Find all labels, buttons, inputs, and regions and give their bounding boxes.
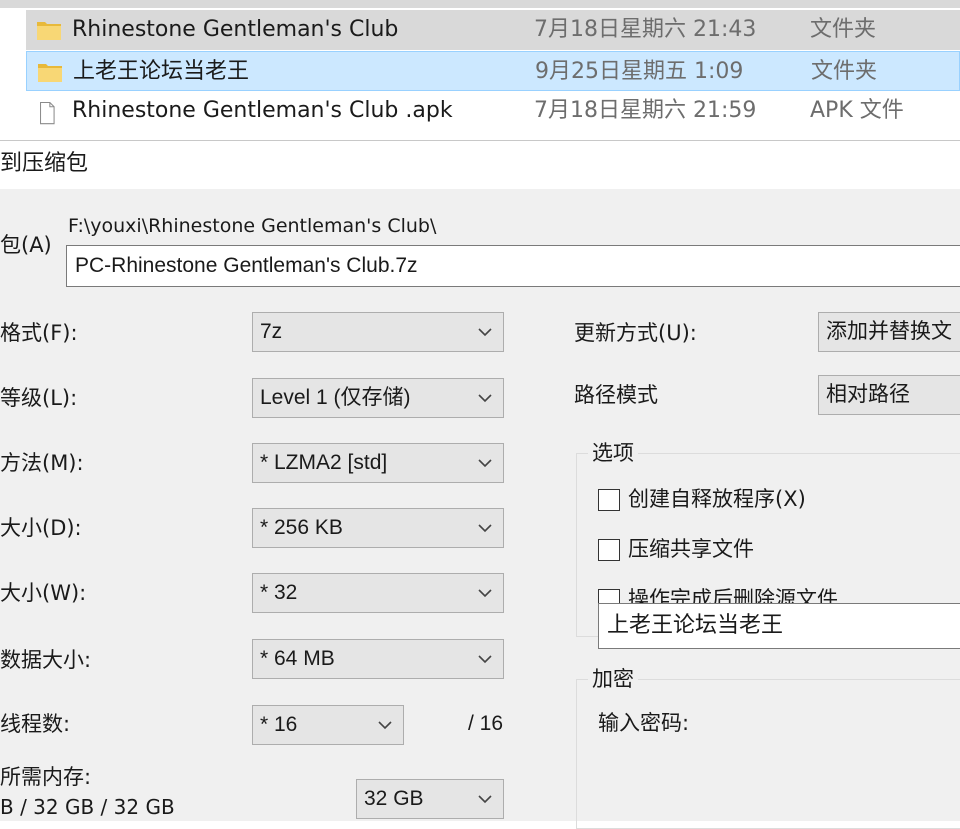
password-label: 输入密码:: [598, 711, 690, 735]
file-name: Rhinestone Gentleman's Club .apk: [72, 98, 453, 123]
level-value: Level 1 (仅存储): [260, 386, 411, 409]
dialog-title: 到压缩包: [0, 151, 89, 176]
threads-label: 线程数:: [0, 712, 71, 736]
options-group-title: 选项: [588, 439, 638, 467]
encryption-group: [576, 679, 960, 829]
file-name: Rhinestone Gentleman's Club: [72, 17, 399, 42]
dict-size-value: * 256 KB: [260, 516, 343, 539]
threads-max: / 16: [468, 712, 504, 735]
level-select[interactable]: Level 1 (仅存储): [252, 378, 504, 418]
encryption-group-title: 加密: [588, 665, 638, 693]
memory-label: 所需内存:: [0, 765, 92, 789]
dialog-title-bar: 到压缩包: [0, 141, 960, 189]
word-size-value: * 32: [260, 581, 298, 604]
update-mode-label: 更新方式(U):: [574, 321, 697, 345]
sfx-checkbox[interactable]: [598, 489, 620, 511]
shared-files-label: 压缩共享文件: [628, 537, 754, 561]
update-mode-select[interactable]: 添加并替换文: [818, 312, 960, 352]
file-date: 7月18日星期六 21:59: [534, 98, 757, 123]
archive-label: 包(A): [0, 233, 52, 257]
password-input[interactable]: 上老王论坛当老王: [598, 603, 960, 649]
file-icon: [40, 102, 55, 125]
shared-files-checkbox[interactable]: [598, 539, 620, 561]
memory-value: 32 GB: [364, 787, 424, 810]
sfx-label: 创建自释放程序(X): [628, 487, 806, 511]
word-size-label: 大小(W):: [0, 581, 87, 605]
chevron-down-icon: [478, 459, 492, 468]
file-row-folder-2[interactable]: 上老王论坛当老王 9月25日星期五 1:09 文件夹: [26, 51, 960, 91]
chevron-down-icon: [378, 721, 392, 730]
memory-detail: B / 32 GB / 32 GB: [0, 795, 175, 819]
path-mode-select[interactable]: 相对路径: [818, 375, 960, 415]
block-size-label: 数据大小:: [0, 648, 92, 672]
format-label: 格式(F):: [0, 321, 78, 345]
file-type: 文件夹: [810, 17, 877, 42]
path-mode-label: 路径模式: [574, 383, 658, 407]
memory-select[interactable]: 32 GB: [356, 779, 504, 819]
add-to-archive-dialog: 到压缩包 包(A) F:\youxi\Rhinestone Gentleman'…: [0, 140, 960, 829]
method-value: * LZMA2 [std]: [260, 451, 388, 474]
level-label: 等级(L):: [0, 386, 78, 410]
archive-path: F:\youxi\Rhinestone Gentleman's Club\: [68, 215, 437, 237]
file-name: 上老王论坛当老王: [73, 59, 250, 84]
format-select[interactable]: 7z: [252, 312, 504, 352]
block-size-select[interactable]: * 64 MB: [252, 639, 504, 679]
file-explorer-list: Rhinestone Gentleman's Club 7月18日星期六 21:…: [0, 0, 960, 140]
archive-name-input[interactable]: PC-Rhinestone Gentleman's Club.7z: [66, 245, 960, 287]
file-type: 文件夹: [811, 59, 878, 84]
folder-icon: [38, 64, 62, 82]
method-label: 方法(M):: [0, 451, 84, 475]
path-mode-value: 相对路径: [826, 383, 910, 406]
format-value: 7z: [260, 320, 283, 343]
threads-value: * 16: [260, 713, 298, 736]
chevron-down-icon: [478, 328, 492, 337]
file-row-folder-1[interactable]: Rhinestone Gentleman's Club 7月18日星期六 21:…: [26, 10, 960, 50]
chevron-down-icon: [478, 394, 492, 403]
chevron-down-icon: [478, 795, 492, 804]
block-size-value: * 64 MB: [260, 647, 335, 670]
file-date: 7月18日星期六 21:43: [534, 17, 757, 42]
update-mode-value: 添加并替换文: [826, 320, 952, 343]
explorer-top-strip: [0, 0, 960, 8]
file-type: APK 文件: [810, 98, 904, 123]
dict-size-label: 大小(D):: [0, 516, 82, 540]
file-row-apk[interactable]: Rhinestone Gentleman's Club .apk 7月18日星期…: [26, 91, 960, 131]
threads-select[interactable]: * 16: [252, 705, 404, 745]
file-date: 9月25日星期五 1:09: [535, 59, 744, 84]
chevron-down-icon: [478, 589, 492, 598]
chevron-down-icon: [478, 524, 492, 533]
folder-icon: [37, 22, 61, 40]
method-select[interactable]: * LZMA2 [std]: [252, 443, 504, 483]
dict-size-select[interactable]: * 256 KB: [252, 508, 504, 548]
chevron-down-icon: [478, 655, 492, 664]
word-size-select[interactable]: * 32: [252, 573, 504, 613]
